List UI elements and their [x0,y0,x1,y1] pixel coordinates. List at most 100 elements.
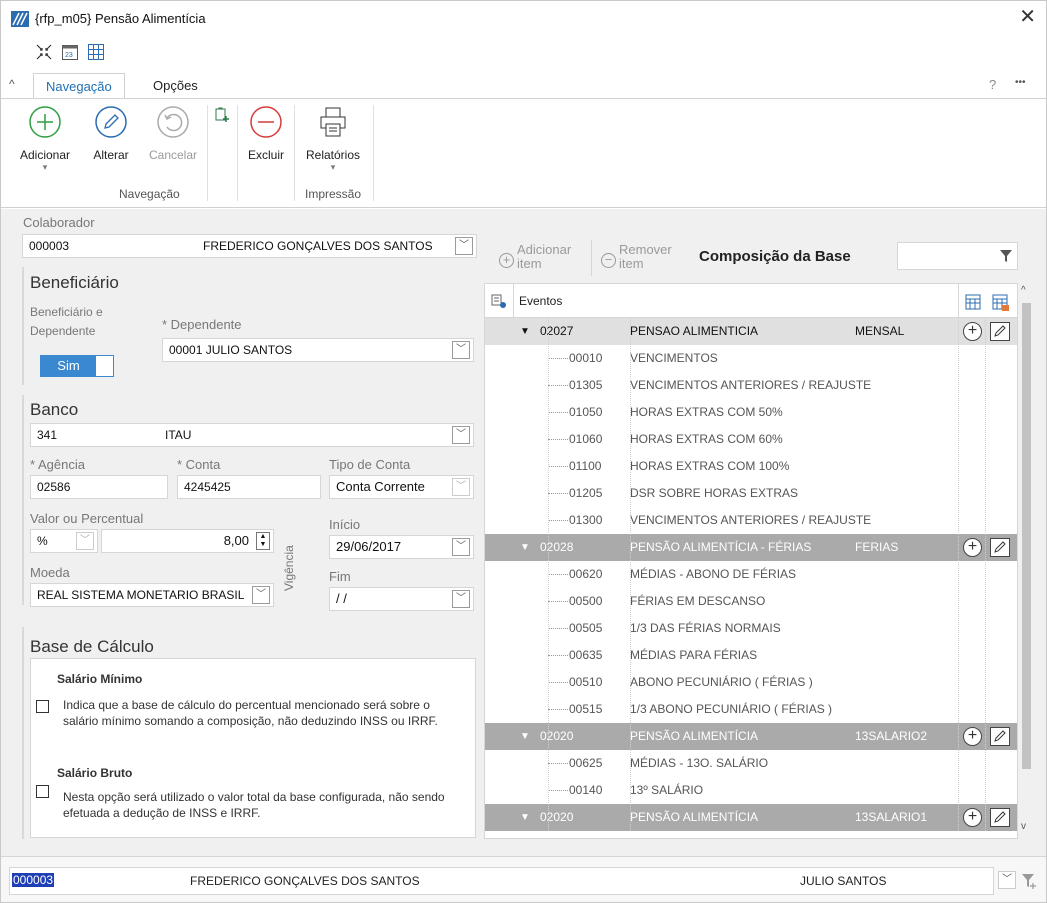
add-circle-icon[interactable]: + [963,808,982,827]
colaborador-select[interactable]: 000003 FREDERICO GONÇALVES DOS SANTOS ﹀ [22,234,477,258]
collapse-triangle-icon[interactable]: ▼ [520,804,530,831]
filter-icon[interactable] [999,249,1013,263]
tab-opcoes[interactable]: Opções [141,73,210,99]
chevron-up-icon[interactable]: ^ [9,77,15,91]
relatorios-button[interactable]: Relatórios ▾ [299,105,367,173]
close-icon[interactable]: ✕ [1019,7,1036,27]
adicionar-label: Adicionar [19,148,71,162]
group-desc: PENSAO ALIMENTICIA [630,324,759,338]
tipo-conta-select[interactable]: Conta Corrente ﹀ [329,475,474,499]
event-code: 01205 [569,486,603,500]
tab-navegacao[interactable]: Navegação [33,73,125,100]
tipo-conta-label: Tipo de Conta [329,457,411,472]
tree-connector [548,763,568,764]
main-panel: Colaborador 000003 FREDERICO GONÇALVES D… [1,209,1046,856]
event-row[interactable]: 00620 MÉDIAS - ABONO DE FÉRIAS [485,561,1017,588]
agencia-field[interactable]: 02586 [30,475,168,499]
chevron-down-icon[interactable]: ﹀ [252,586,270,604]
group-row[interactable]: ▼ 02020 PENSÃO ALIMENTÍCIA 13SALARIO2 + [485,723,1017,750]
chevron-down-icon[interactable]: ﹀ [452,538,470,556]
chevron-down-icon[interactable]: ﹀ [455,237,473,255]
event-row[interactable]: 00010 VENCIMENTOS [485,345,1017,372]
event-row[interactable]: 01050 HORAS EXTRAS COM 50% [485,399,1017,426]
edit-icon[interactable] [990,727,1010,746]
add-circle-icon[interactable]: + [963,727,982,746]
scroll-up-icon[interactable]: ^ [1021,285,1026,296]
collapse-icon[interactable] [35,43,53,61]
base-calculo-title: Base de Cálculo [30,637,154,656]
event-row[interactable]: 00505 1/3 DAS FÉRIAS NORMAIS [485,615,1017,642]
cancelar-button[interactable]: Cancelar [144,105,202,162]
adicionar-button[interactable]: Adicionar ▾ [11,105,79,173]
chevron-down-icon[interactable]: ﹀ [452,590,470,608]
beneficiario-toggle[interactable]: Sim [40,355,114,377]
event-desc: VENCIMENTOS [630,351,718,365]
event-desc: ABONO PECUNIÁRIO ( FÉRIAS ) [630,675,813,689]
event-code: 00515 [569,702,603,716]
valor-field[interactable]: 8,00 ▲ ▼ [101,529,274,553]
edit-icon[interactable] [990,538,1010,557]
valor-tipo-select[interactable]: % ﹀ [30,529,98,553]
colaborador-code: 000003 [29,239,70,253]
event-row[interactable]: 00510 ABONO PECUNIÁRIO ( FÉRIAS ) [485,669,1017,696]
calendar-icon[interactable]: 23 [61,43,79,61]
filter-icon[interactable] [1021,873,1037,889]
inicio-field[interactable]: 29/06/2017 ﹀ [329,535,474,559]
grid-header: Eventos [485,284,1017,318]
grid-filter-input[interactable] [897,242,1018,270]
group-row[interactable]: ▼ 02020 PENSÃO ALIMENTÍCIA 13SALARIO1 + [485,804,1017,831]
grid-export-icon[interactable] [992,294,1010,312]
more-icon[interactable]: ••• [1015,77,1026,88]
tree-settings-icon[interactable] [491,293,507,309]
collapse-triangle-icon[interactable]: ▼ [520,723,530,750]
footer-selector[interactable]: 000003 FREDERICO GONÇALVES DOS SANTOS JU… [9,867,994,895]
event-row[interactable]: 01205 DSR SOBRE HORAS EXTRAS [485,480,1017,507]
event-row[interactable]: 00500 FÉRIAS EM DESCANSO [485,588,1017,615]
dependente-select[interactable]: 00001 JULIO SANTOS ﹀ [162,338,474,362]
plus-circle-icon [29,106,61,138]
group-row[interactable]: ▼ 02027 PENSAO ALIMENTICIA MENSAL + [485,318,1017,345]
conta-field[interactable]: 4245425 [177,475,321,499]
edit-icon[interactable] [990,808,1010,827]
group-label-navegacao: Navegação [119,187,180,201]
colaborador-label: Colaborador [23,215,95,230]
event-row[interactable]: 01100 HORAS EXTRAS COM 100% [485,453,1017,480]
edit-icon[interactable] [990,322,1010,341]
excluir-button[interactable]: Excluir [241,105,291,162]
event-row[interactable]: 01300 VENCIMENTOS ANTERIORES / REAJUSTE [485,507,1017,534]
fim-field[interactable]: / / ﹀ [329,587,474,611]
scrollbar-thumb[interactable] [1022,303,1031,769]
alterar-button[interactable]: Alterar [87,105,135,162]
event-row[interactable]: 01305 VENCIMENTOS ANTERIORES / REAJUSTE [485,372,1017,399]
event-row[interactable]: 00515 1/3 ABONO PECUNIÁRIO ( FÉRIAS ) [485,696,1017,723]
salario-minimo-checkbox[interactable] [36,700,49,713]
add-circle-icon[interactable]: + [963,322,982,341]
event-row[interactable]: 00140 13º SALÁRIO [485,777,1017,804]
chevron-down-icon[interactable]: ﹀ [452,478,470,496]
help-icon[interactable]: ? [989,77,996,92]
event-row[interactable]: 00635 MÉDIAS PARA FÉRIAS [485,642,1017,669]
grid-scrollbar[interactable]: ^ v [1018,283,1035,839]
group-row[interactable]: ▼ 02028 PENSÃO ALIMENTÍCIA - FÉRIAS FERIAS + [485,534,1017,561]
chevron-down-icon[interactable]: ﹀ [998,871,1016,889]
moeda-select[interactable]: REAL SISTEMA MONETARIO BRASIL ﹀ [30,583,274,607]
add-circle-icon[interactable]: + [963,538,982,557]
event-code: 00140 [569,783,603,797]
collapse-triangle-icon[interactable]: ▼ [520,534,530,561]
grid-icon[interactable] [87,43,105,61]
clipboard-add-icon[interactable] [214,107,230,123]
ribbon: Adicionar ▾ Alterar Cancelar Excluir Rel… [1,98,1046,208]
scroll-down-icon[interactable]: v [1021,821,1026,832]
chevron-down-icon[interactable]: ﹀ [76,532,94,550]
banco-select[interactable]: 341 ITAU ﹀ [30,423,474,447]
spinner-icon[interactable]: ▲ ▼ [256,532,270,550]
event-row[interactable]: 00625 MÉDIAS - 13O. SALÁRIO [485,750,1017,777]
grid-options-icon[interactable] [965,294,983,312]
collapse-triangle-icon[interactable]: ▼ [520,318,530,345]
event-code: 00620 [569,567,603,581]
salario-bruto-checkbox[interactable] [36,785,49,798]
event-row[interactable]: 01060 HORAS EXTRAS COM 60% [485,426,1017,453]
chevron-down-icon[interactable]: ﹀ [452,341,470,359]
chevron-down-icon[interactable]: ﹀ [452,426,470,444]
toggle-label: Sim [41,356,96,376]
